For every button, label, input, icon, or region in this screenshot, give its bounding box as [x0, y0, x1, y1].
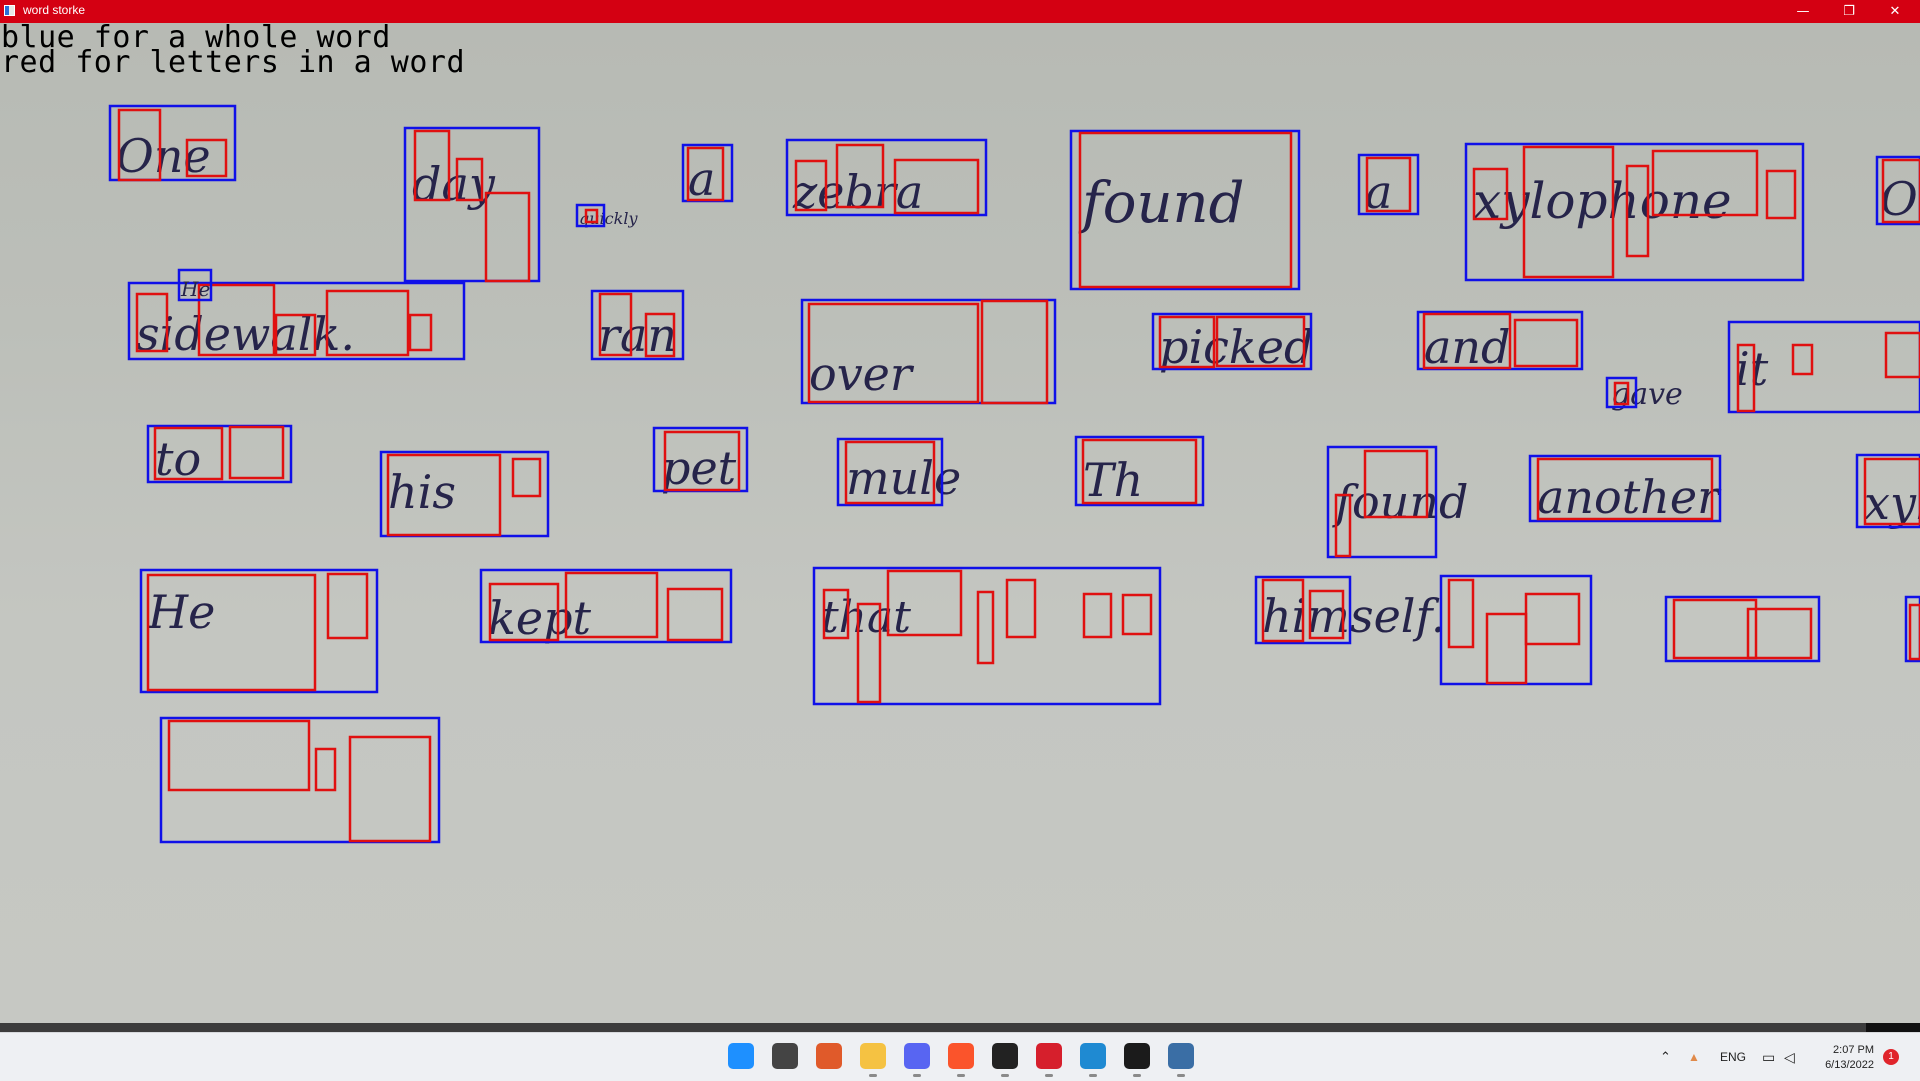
clock-time: 2:07 PM: [1833, 1044, 1874, 1056]
handwritten-word: a: [688, 152, 715, 206]
handwritten-word: himself.: [1262, 589, 1446, 643]
unity-hub-icon[interactable]: [992, 1043, 1018, 1077]
word-box: [1439, 574, 1593, 686]
handwritten-word: He: [180, 277, 210, 301]
handwritten-word: day: [412, 157, 496, 211]
handwritten-word: mule: [846, 451, 961, 505]
handwritten-word: xylophone: [1473, 172, 1732, 230]
running-indicator: [913, 1074, 921, 1077]
restore-button[interactable]: ❐: [1826, 0, 1872, 23]
legend: blue for a whole word red for letters in…: [1, 23, 466, 80]
python-app-icon[interactable]: [1168, 1043, 1194, 1077]
letter-box: [326, 572, 369, 640]
letter-box: [980, 299, 1049, 405]
clock[interactable]: 2:07 PM 6/13/2022: [1810, 1043, 1874, 1073]
letter-box: [348, 735, 432, 843]
show-hidden-icons-chevron-icon[interactable]: ⌃: [1660, 1033, 1671, 1081]
tray-app-icon[interactable]: ▲: [1688, 1033, 1700, 1081]
handwritten-word: found: [1332, 475, 1468, 529]
letter-box: [1765, 169, 1797, 220]
image-canvas: One day a zebra found a xylophone Osidewalk. He q…: [0, 23, 1920, 1025]
handwritten-word: xylophone.: [1864, 476, 1920, 530]
running-indicator: [1089, 1074, 1097, 1077]
running-indicator: [869, 1074, 877, 1077]
handwritten-word: pet: [661, 441, 737, 495]
running-indicator: [1177, 1074, 1185, 1077]
letter-box: [1513, 318, 1579, 368]
letter-box: [1524, 592, 1581, 646]
running-indicator: [1133, 1074, 1141, 1077]
letter-box: [1746, 607, 1813, 660]
handwritten-word: another: [1537, 470, 1722, 524]
word-box: [1904, 595, 1920, 663]
window-titlebar[interactable]: word storke — ❐ ✕: [0, 0, 1920, 23]
word-box: [1664, 595, 1821, 663]
clock-date: 6/13/2022: [1825, 1059, 1874, 1071]
letter-box: [1447, 578, 1475, 649]
image-bottom-strip: [0, 1023, 1920, 1032]
minimize-button[interactable]: —: [1780, 0, 1826, 23]
running-indicator: [1001, 1074, 1009, 1077]
handwritten-word: O: [1880, 172, 1918, 226]
letter-box: [167, 719, 311, 792]
volume-icon[interactable]: ◁: [1784, 1033, 1795, 1081]
taskbar-corner: [1866, 1023, 1920, 1032]
letter-box: [976, 590, 995, 665]
cube-app-icon[interactable]: [816, 1043, 842, 1069]
letter-box: [1908, 603, 1920, 661]
language-indicator[interactable]: ENG: [1720, 1033, 1746, 1081]
vscode-icon[interactable]: [1080, 1043, 1106, 1077]
red-app-icon[interactable]: [1036, 1043, 1062, 1077]
letter-box: [1485, 612, 1528, 685]
handwritten-word: found: [1078, 171, 1244, 236]
letter-box: [408, 313, 433, 352]
letter-box: [1005, 578, 1037, 639]
letter-box: [1884, 331, 1920, 379]
notification-badge[interactable]: 1: [1883, 1049, 1899, 1065]
window-title: word storke: [23, 3, 86, 17]
task-view-icon[interactable]: [772, 1043, 798, 1069]
brave-browser-icon[interactable]: [948, 1043, 974, 1077]
letter-box: [1791, 343, 1814, 376]
running-indicator: [957, 1074, 965, 1077]
taskbar: ⌃ ▲ ENG ▭ ◁ 2:07 PM 6/13/2022 1: [0, 1032, 1920, 1081]
letter-box: [511, 457, 542, 498]
legend-line-red: red for letters in a word: [1, 45, 466, 80]
running-indicator: [1045, 1074, 1053, 1077]
handwritten-word: his: [388, 465, 456, 519]
annotation-layer: Oneday a zebra found a xylophone Osidewalk.Heq…: [108, 104, 1920, 844]
handwritten-word: over: [809, 347, 915, 401]
windows-start-icon[interactable]: [728, 1043, 754, 1069]
handwritten-word: Th: [1083, 453, 1143, 507]
close-button[interactable]: ✕: [1872, 0, 1918, 23]
app-window-icon: [4, 5, 15, 16]
handwritten-word: it: [1735, 342, 1769, 396]
letter-box: [1121, 593, 1153, 636]
letter-box: [228, 425, 285, 480]
letter-box: [314, 747, 337, 792]
letter-box: [1672, 598, 1758, 660]
network-icon[interactable]: ▭: [1762, 1033, 1775, 1081]
terminal-icon[interactable]: [1124, 1043, 1150, 1077]
letter-box: [666, 587, 724, 642]
handwritten-word: and: [1424, 320, 1511, 374]
handwritten-word: He: [147, 585, 215, 639]
handwritten-word: sidewalk.: [136, 307, 355, 361]
letter-box: [1082, 592, 1113, 639]
file-explorer-icon[interactable]: [860, 1043, 886, 1077]
discord-icon[interactable]: [904, 1043, 930, 1077]
